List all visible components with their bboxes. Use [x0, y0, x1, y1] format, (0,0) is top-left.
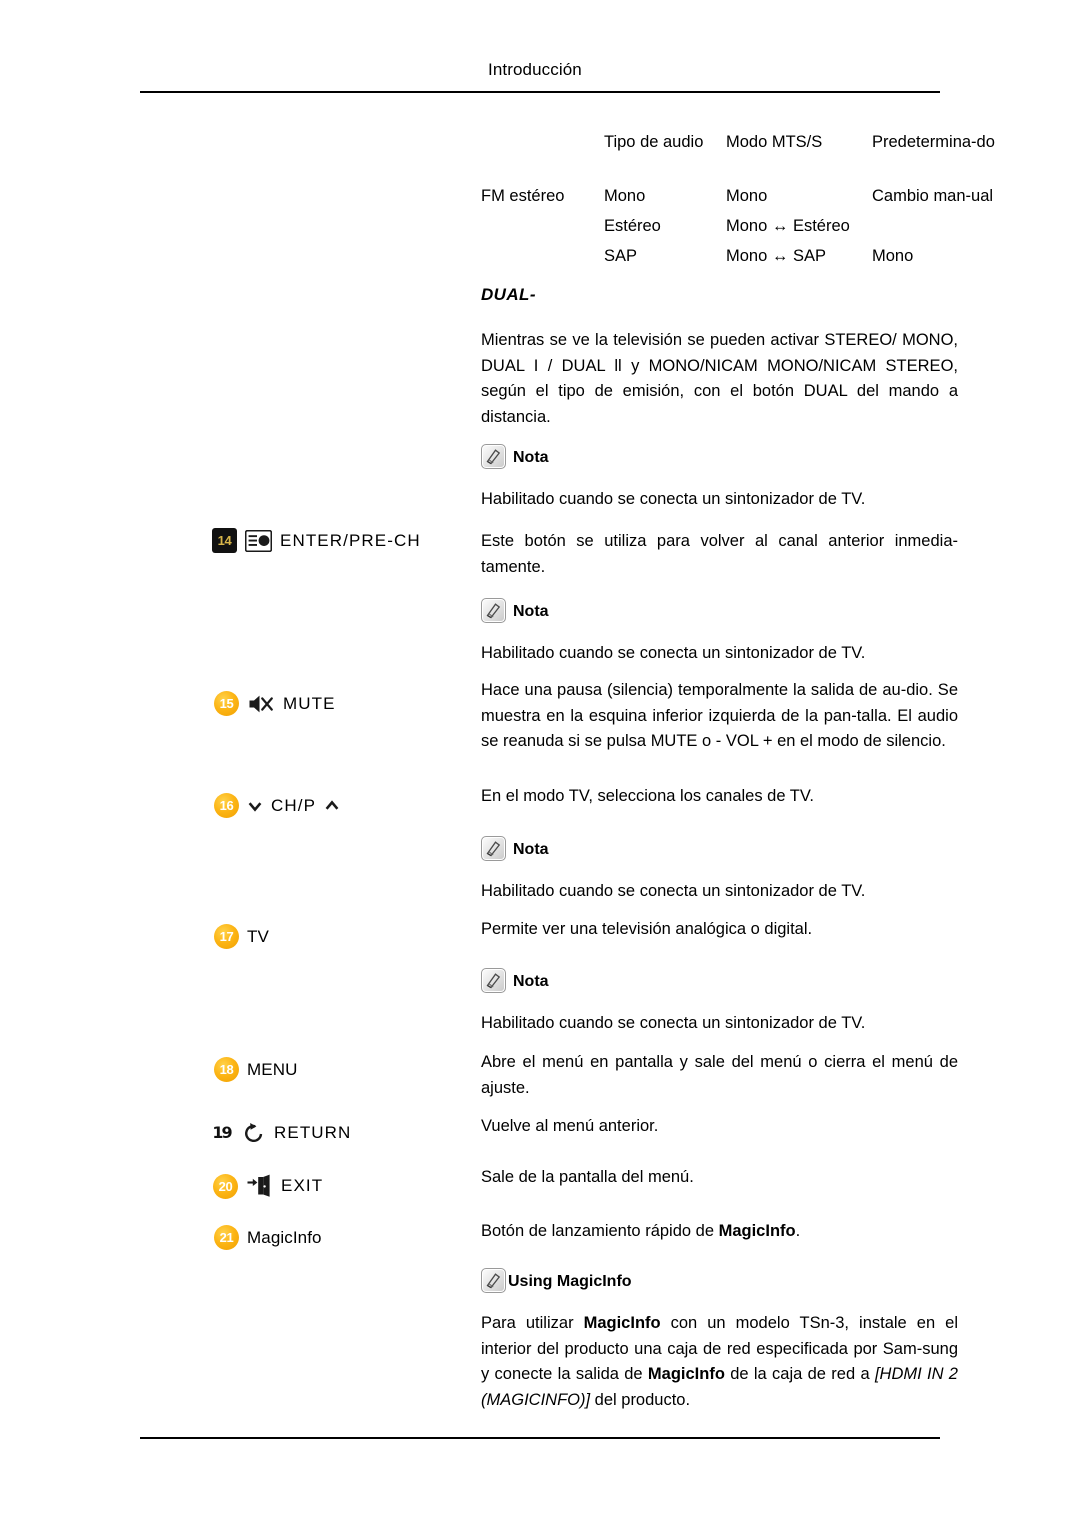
chevron-up-icon	[324, 798, 340, 814]
note-body: Habilitado cuando se conecta un sintoniz…	[481, 490, 866, 508]
using-magicinfo-heading: Using MagicInfo	[481, 1268, 632, 1293]
key-number-badge: 14	[212, 528, 237, 553]
note-heading: Nota	[481, 968, 549, 993]
return-arrow-icon	[242, 1121, 266, 1145]
mi-part3: de la caja de red a	[724, 1365, 875, 1383]
note-pen-icon	[481, 968, 506, 993]
footer-divider	[140, 1437, 940, 1439]
remote-key-label: ENTER/PRE-CH	[280, 530, 421, 550]
exit-door-icon	[246, 1173, 273, 1199]
note-body: Habilitado cuando se conecta un sintoniz…	[481, 1014, 866, 1032]
key-number-badge: 18	[214, 1057, 239, 1082]
page-title: Introducción	[488, 60, 582, 79]
remote-key-description: Abre el menú en pantalla y sale del menú…	[481, 1053, 958, 1097]
note-pen-icon	[481, 1268, 506, 1293]
table-row: Mono	[604, 187, 646, 205]
header-divider	[140, 91, 940, 93]
remote-key-label: CH/P	[271, 795, 317, 815]
remote-key-description: Sale de la pantalla del menú.	[481, 1168, 694, 1186]
mi-bold2: MagicInfo	[647, 1365, 725, 1383]
desc-prefix: Botón de lanzamiento rápido de	[481, 1222, 719, 1240]
key-number-badge: 17	[214, 924, 239, 949]
table-row: Estéreo	[604, 217, 661, 235]
note-body: Habilitado cuando se conecta un sintoniz…	[481, 644, 866, 662]
note-heading: Nota	[481, 444, 549, 469]
note-label: Nota	[513, 840, 549, 858]
remote-key-label: RETURN	[274, 1122, 352, 1142]
table-row: SAP	[604, 247, 638, 265]
note-pen-icon	[481, 836, 506, 861]
remote-key-description: En el modo TV, selecciona los canales de…	[481, 784, 958, 810]
table-row-label-fm-stereo: FM estéreo	[481, 187, 565, 205]
note-heading: Nota	[481, 598, 549, 623]
remote-key-label: MagicInfo	[247, 1227, 322, 1247]
table-header-audio-type: Tipo de audio	[604, 133, 704, 151]
using-magicinfo-label: Using MagicInfo	[508, 1272, 632, 1290]
table-row: Mono	[726, 187, 768, 205]
chevron-down-icon	[247, 798, 263, 814]
note-pen-icon	[481, 444, 506, 469]
remote-key-return[interactable]: 19 RETURN	[209, 1120, 351, 1145]
document-page: Introducción Tipo de audio Modo MTS/S Pr…	[0, 0, 1080, 1527]
desc-text-ch-p: En el modo TV, selecciona los canales de…	[481, 787, 814, 805]
remote-key-description: Botón de lanzamiento rápido de MagicInfo…	[481, 1219, 958, 1245]
key-number-badge: 21	[214, 1225, 239, 1250]
mi-part1: Para utilizar	[481, 1314, 584, 1332]
remote-key-mute[interactable]: 15 MUTE	[214, 691, 336, 716]
table-row: Mono ↔ Estéreo	[726, 217, 850, 235]
key-number-badge: 15	[214, 691, 239, 716]
remote-key-exit[interactable]: 20 EXIT	[213, 1173, 323, 1199]
mi-part4: del producto.	[590, 1390, 691, 1409]
dual-paragraph: Mientras se ve la televisión se pueden a…	[481, 331, 958, 426]
remote-key-description: Este botón se utiliza para volver al can…	[481, 532, 958, 576]
key-number-badge: 20	[213, 1173, 238, 1199]
remote-key-label: TV	[247, 926, 269, 946]
page-header: Introducción	[140, 60, 940, 100]
remote-key-description: Permite ver una televisión analógica o d…	[481, 920, 813, 938]
remote-key-description: Vuelve al menú anterior.	[481, 1117, 659, 1135]
dual-heading: DUAL-	[481, 285, 536, 304]
speaker-mute-icon	[247, 692, 275, 716]
remote-key-description: Hace una pausa (silencia) temporalmente …	[481, 681, 958, 750]
note-heading: Nota	[481, 836, 549, 861]
remote-key-menu[interactable]: 18 MENU	[214, 1057, 297, 1082]
remote-key-label: EXIT	[281, 1176, 324, 1195]
remote-key-ch-p[interactable]: 16 CH/P	[214, 793, 340, 818]
table-row: Cambio man-ual	[872, 187, 994, 205]
using-magicinfo-body: Para utilizar MagicInfo con un modelo TS…	[481, 1311, 958, 1413]
remote-key-tv[interactable]: 17 TV	[214, 924, 269, 949]
table-row: Mono	[872, 247, 914, 265]
remote-key-magicinfo[interactable]: 21 MagicInfo	[214, 1225, 322, 1250]
note-body: Habilitado cuando se conecta un sintoniz…	[481, 882, 866, 900]
remote-key-label: MENU	[247, 1059, 298, 1079]
table-header-mts-mode: Modo MTS/S	[726, 133, 823, 151]
note-pen-icon	[481, 598, 506, 623]
note-label: Nota	[513, 448, 549, 466]
desc-suffix: .	[795, 1222, 801, 1240]
desc-bold-magicinfo: MagicInfo	[718, 1222, 796, 1240]
note-label: Nota	[513, 602, 549, 620]
key-number-badge: 16	[214, 793, 239, 818]
table-row: Mono ↔ SAP	[726, 247, 826, 265]
mi-bold1: MagicInfo	[583, 1314, 661, 1332]
remote-key-label: MUTE	[283, 693, 336, 713]
table-header-default: Predetermina-do	[872, 133, 995, 151]
channel-list-icon	[245, 529, 272, 552]
note-label: Nota	[513, 972, 549, 990]
remote-key-enter-pre-ch[interactable]: 14 ENTER/PRE-CH	[212, 528, 421, 553]
key-number-badge: 19	[212, 1123, 232, 1142]
